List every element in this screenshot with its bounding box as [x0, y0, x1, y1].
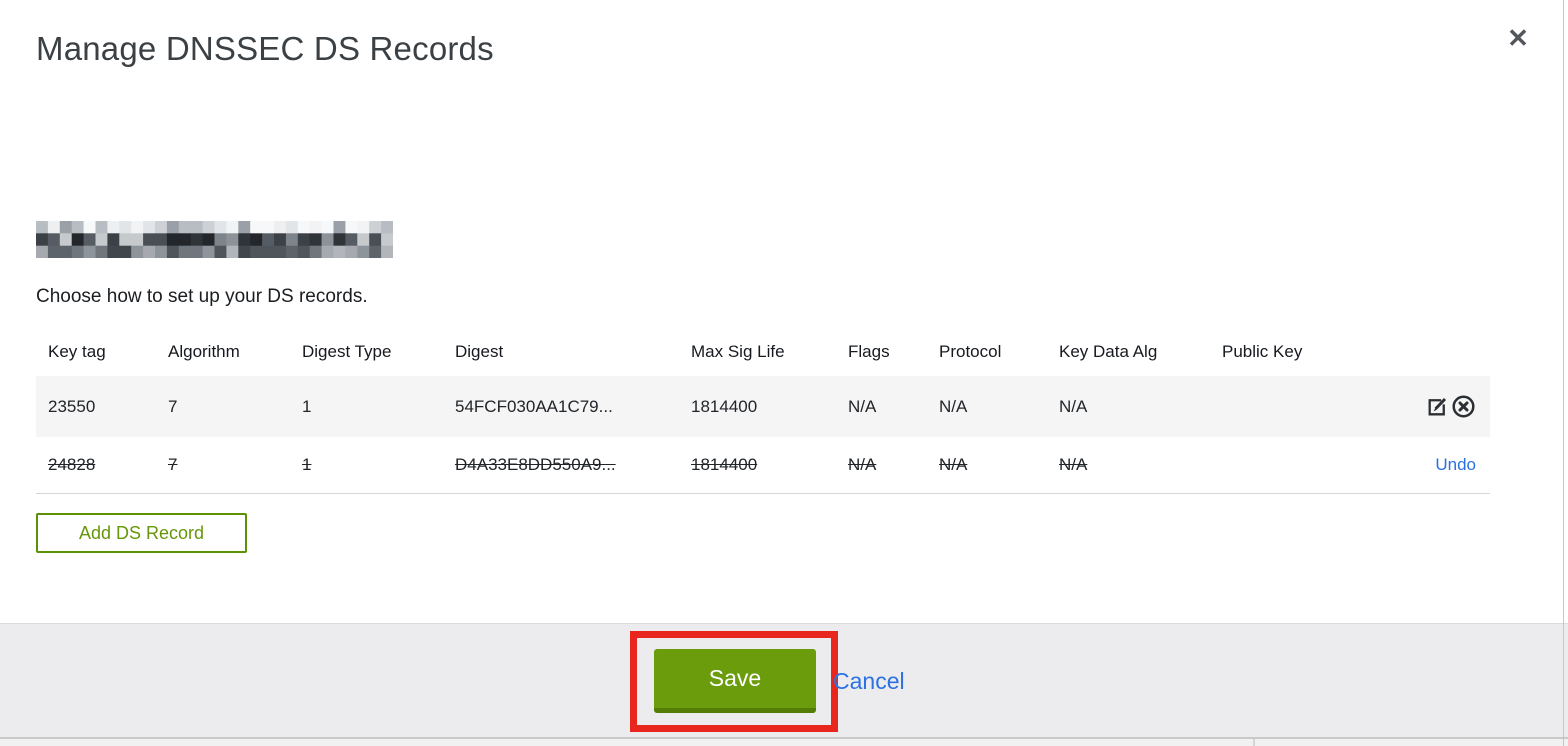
- cell-flags: N/A: [848, 396, 877, 416]
- cell-algorithm: 7: [168, 396, 178, 416]
- close-icon[interactable]: ✕: [1498, 18, 1538, 58]
- table-row: 23550 7 1 54FCF030AA1C79... 1814400 N/A …: [36, 376, 1490, 437]
- col-flags: Flags: [848, 342, 890, 361]
- modal-right-edge: [1563, 0, 1564, 746]
- col-key-tag: Key tag: [48, 342, 106, 361]
- col-digest-type: Digest Type: [302, 342, 392, 361]
- edit-icon[interactable]: [1425, 394, 1450, 419]
- delete-icon[interactable]: [1451, 394, 1476, 419]
- instruction-text: Choose how to set up your DS records.: [36, 286, 368, 307]
- cell-digest: D4A33E8DD550A9...: [455, 455, 616, 474]
- cell-algorithm: 7: [168, 455, 178, 474]
- cancel-link[interactable]: Cancel: [833, 668, 905, 695]
- col-key-data-alg: Key Data Alg: [1059, 342, 1158, 361]
- undo-link[interactable]: Undo: [1435, 455, 1476, 474]
- page-below-modal: [0, 739, 1568, 746]
- col-digest: Digest: [455, 342, 504, 361]
- cell-max-sig-life: 1814400: [691, 396, 758, 416]
- col-protocol: Protocol: [939, 342, 1002, 361]
- cell-digest-type: 1: [302, 455, 312, 474]
- add-ds-record-button[interactable]: Add DS Record: [36, 513, 247, 553]
- cell-key-data-alg: N/A: [1059, 455, 1088, 474]
- cell-key-data-alg: N/A: [1059, 396, 1088, 416]
- col-algorithm: Algorithm: [168, 342, 240, 361]
- cell-digest: 54FCF030AA1C79...: [455, 396, 613, 416]
- redacted-domain-name: [36, 221, 394, 259]
- cell-digest-type: 1: [302, 396, 312, 416]
- cell-protocol: N/A: [939, 455, 968, 474]
- page-title: Manage DNSSEC DS Records: [36, 30, 494, 67]
- ds-records-table: Key tag Algorithm Digest Type Digest Max…: [36, 330, 1490, 494]
- page-below-divider: [1253, 739, 1255, 746]
- col-max-sig-life: Max Sig Life: [691, 342, 785, 361]
- cell-key-tag: 24828: [48, 455, 96, 474]
- table-header-row: Key tag Algorithm Digest Type Digest Max…: [36, 330, 1490, 376]
- save-button[interactable]: Save: [654, 649, 816, 713]
- col-actions: [1320, 330, 1490, 376]
- col-public-key: Public Key: [1222, 342, 1303, 361]
- cell-flags: N/A: [848, 455, 877, 474]
- cell-key-tag: 23550: [48, 396, 96, 416]
- table-row: 24828 7 1 D4A33E8DD550A9... 1814400 N/A …: [36, 437, 1490, 494]
- dnssec-modal: Manage DNSSEC DS Records ✕ Choose how to…: [0, 0, 1568, 746]
- cell-max-sig-life: 1814400: [691, 455, 758, 474]
- cell-protocol: N/A: [939, 396, 968, 416]
